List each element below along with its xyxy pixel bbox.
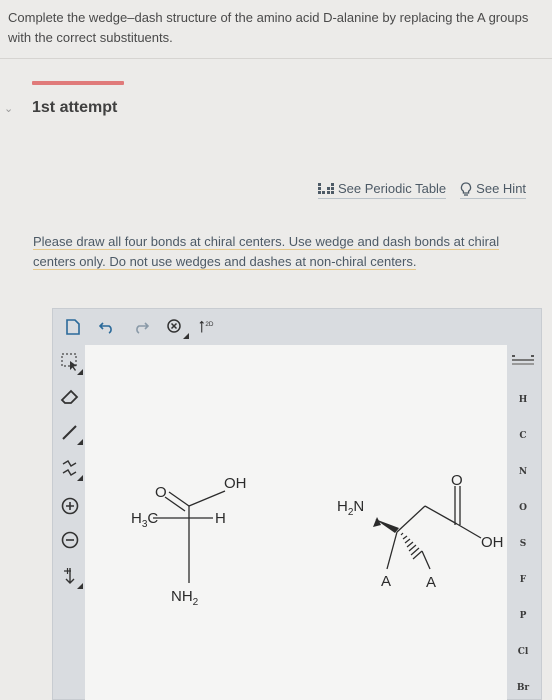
structure-editor: 2D O OH H3C H NH2 H2N O OH A A H C N O S… [52, 308, 542, 700]
negative-charge-icon[interactable] [57, 527, 83, 553]
question-text: Complete the wedge–dash structure of the… [8, 10, 529, 45]
h2n-n: N [353, 498, 364, 515]
periodic-table-icon [318, 182, 334, 194]
molecule-right-bonds [373, 486, 482, 570]
molecule-left-ch3-label: H3C [131, 510, 158, 530]
instruction-text: Please draw all four bonds at chiral cen… [33, 232, 533, 272]
molecule-right-h2n-label: H2N [337, 498, 364, 518]
wedge-bond-h2n [375, 519, 399, 533]
atom-palette: H C N O S F P Cl Br [505, 345, 541, 700]
bond-a2-end [421, 550, 431, 570]
redo-icon[interactable] [131, 317, 151, 337]
ch3-h: H [131, 510, 142, 527]
new-document-icon[interactable] [63, 317, 83, 337]
molecule-left-oh-label: OH [224, 475, 247, 492]
instruction-highlight: Please draw all four bonds at chiral cen… [33, 234, 500, 270]
see-hint-label: See Hint [476, 181, 527, 196]
bond-center-c [396, 505, 426, 533]
atom-c[interactable]: C [505, 431, 541, 441]
divider [0, 58, 552, 59]
submenu-corner-icon [77, 475, 83, 481]
chain-icon[interactable] [57, 455, 83, 481]
submenu-corner-icon [77, 439, 83, 445]
see-periodic-table-link[interactable]: See Periodic Table [318, 181, 447, 199]
molecule-left-bonds [153, 490, 226, 583]
left-toolbar [53, 345, 85, 700]
zoom-clear-icon[interactable] [165, 317, 189, 339]
molecule-left-h-label: H [215, 510, 226, 527]
bond-c-o-1 [168, 491, 190, 507]
molecule-drawing: O OH H3C H NH2 H2N O OH A A [131, 472, 504, 608]
attempt-progress-bar [32, 81, 124, 85]
chevron-down-icon[interactable]: ⌄ [4, 102, 13, 115]
nh2-nh: NH [171, 588, 193, 605]
molecule-right-a1-label: A [381, 573, 391, 590]
lightbulb-icon [461, 181, 472, 196]
see-hint-link[interactable]: See Hint [460, 181, 527, 199]
ch3-c: C [147, 510, 158, 527]
editor-toolbar: 2D [53, 309, 541, 345]
selection-icon[interactable] [57, 349, 83, 375]
atom-p[interactable]: P [505, 611, 541, 621]
atom-s[interactable]: S [505, 539, 541, 549]
atom-f[interactable]: F [505, 575, 541, 585]
submenu-corner-icon [77, 583, 83, 589]
atom-br[interactable]: Br [505, 683, 541, 693]
molecule-left-o-label: O [155, 484, 167, 501]
drawing-canvas[interactable]: O OH H3C H NH2 H2N O OH A A [85, 345, 507, 700]
bond-c-cooh [424, 505, 458, 525]
molecule-right-o-label: O [451, 472, 463, 489]
molecule-right-a2-label: A [426, 574, 436, 591]
atom-n[interactable]: N [505, 467, 541, 477]
undo-icon[interactable] [97, 317, 117, 337]
h2n-h: H [337, 498, 348, 515]
atom-o[interactable]: O [505, 503, 541, 513]
atom-h[interactable]: H [505, 395, 541, 405]
periodic-table-mini-icon[interactable] [505, 355, 541, 368]
template-2d-label: 2D [205, 321, 214, 328]
nh2-sub: 2 [193, 597, 199, 608]
attempt-title: 1st attempt [32, 99, 118, 116]
dash-bond-a2 [400, 532, 423, 560]
molecule-left-nh2-label: NH2 [171, 588, 199, 608]
submenu-corner-icon [77, 369, 83, 375]
see-periodic-table-label: See Periodic Table [338, 181, 447, 196]
arrow-tools-icon[interactable] [57, 563, 83, 589]
positive-charge-icon[interactable] [57, 493, 83, 519]
bond-c-oh [456, 523, 482, 539]
atom-cl[interactable]: Cl [505, 647, 541, 657]
molecule-right-oh-label: OH [481, 534, 504, 551]
bond-a1 [386, 531, 398, 570]
single-bond-icon[interactable] [57, 419, 83, 445]
help-links: See Periodic Table See Hint [318, 181, 527, 199]
submenu-corner-icon [183, 333, 189, 339]
eraser-icon[interactable] [57, 385, 83, 411]
bond-c-oh [188, 490, 226, 507]
bond-c-o-2 [164, 496, 186, 512]
template-2d-icon[interactable]: 2D [199, 317, 219, 337]
